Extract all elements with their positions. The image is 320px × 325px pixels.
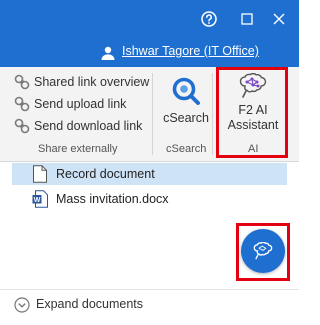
svg-text:W: W	[34, 197, 41, 204]
list-item-record-document[interactable]: Record document	[12, 163, 287, 185]
chevron-down-circle-icon[interactable]	[14, 297, 30, 313]
close-button[interactable]	[258, 0, 300, 37]
link-icon	[14, 96, 30, 112]
help-button[interactable]	[188, 0, 230, 37]
brain-icon	[253, 242, 273, 260]
document-name: Record document	[56, 167, 155, 181]
list-item-mass-invitation[interactable]: W Mass invitation.docx	[12, 188, 287, 210]
csearch-button-label: cSearch	[163, 111, 209, 125]
maximize-icon	[241, 12, 253, 25]
ai-assistant-fab[interactable]	[241, 229, 285, 273]
shared-link-overview-label: Shared link overview	[34, 75, 150, 89]
close-icon	[273, 13, 285, 24]
send-download-link-button[interactable]: Send download link	[14, 117, 142, 135]
word-document-icon: W	[32, 190, 48, 208]
title-bar	[0, 0, 299, 37]
user-icon	[101, 46, 115, 60]
csearch-button[interactable]: cSearch	[162, 75, 210, 126]
document-name: Mass invitation.docx	[56, 192, 169, 206]
user-name-link[interactable]: Ishwar Tagore (IT Office)	[122, 44, 259, 58]
user-bar: Ishwar Tagore (IT Office)	[0, 37, 299, 67]
send-upload-link-button[interactable]: Send upload link	[14, 95, 126, 113]
csearch-icon	[172, 77, 200, 105]
link-icon	[14, 74, 30, 90]
ai-highlight-box	[216, 67, 288, 158]
question-icon	[201, 10, 217, 27]
csearch-group-label: cSearch	[166, 143, 207, 155]
ribbon-separator	[152, 73, 153, 155]
link-icon	[14, 118, 30, 134]
expand-documents-label[interactable]: Expand documents	[36, 297, 143, 311]
share-externally-group-label: Share externally	[38, 143, 118, 155]
send-upload-link-label: Send upload link	[34, 97, 127, 111]
send-download-link-label: Send download link	[34, 119, 143, 133]
ribbon-separator	[212, 73, 213, 155]
footer-bar: Expand documents	[0, 289, 299, 325]
shared-link-overview-button[interactable]: Shared link overview	[14, 73, 149, 91]
document-icon	[33, 165, 47, 183]
